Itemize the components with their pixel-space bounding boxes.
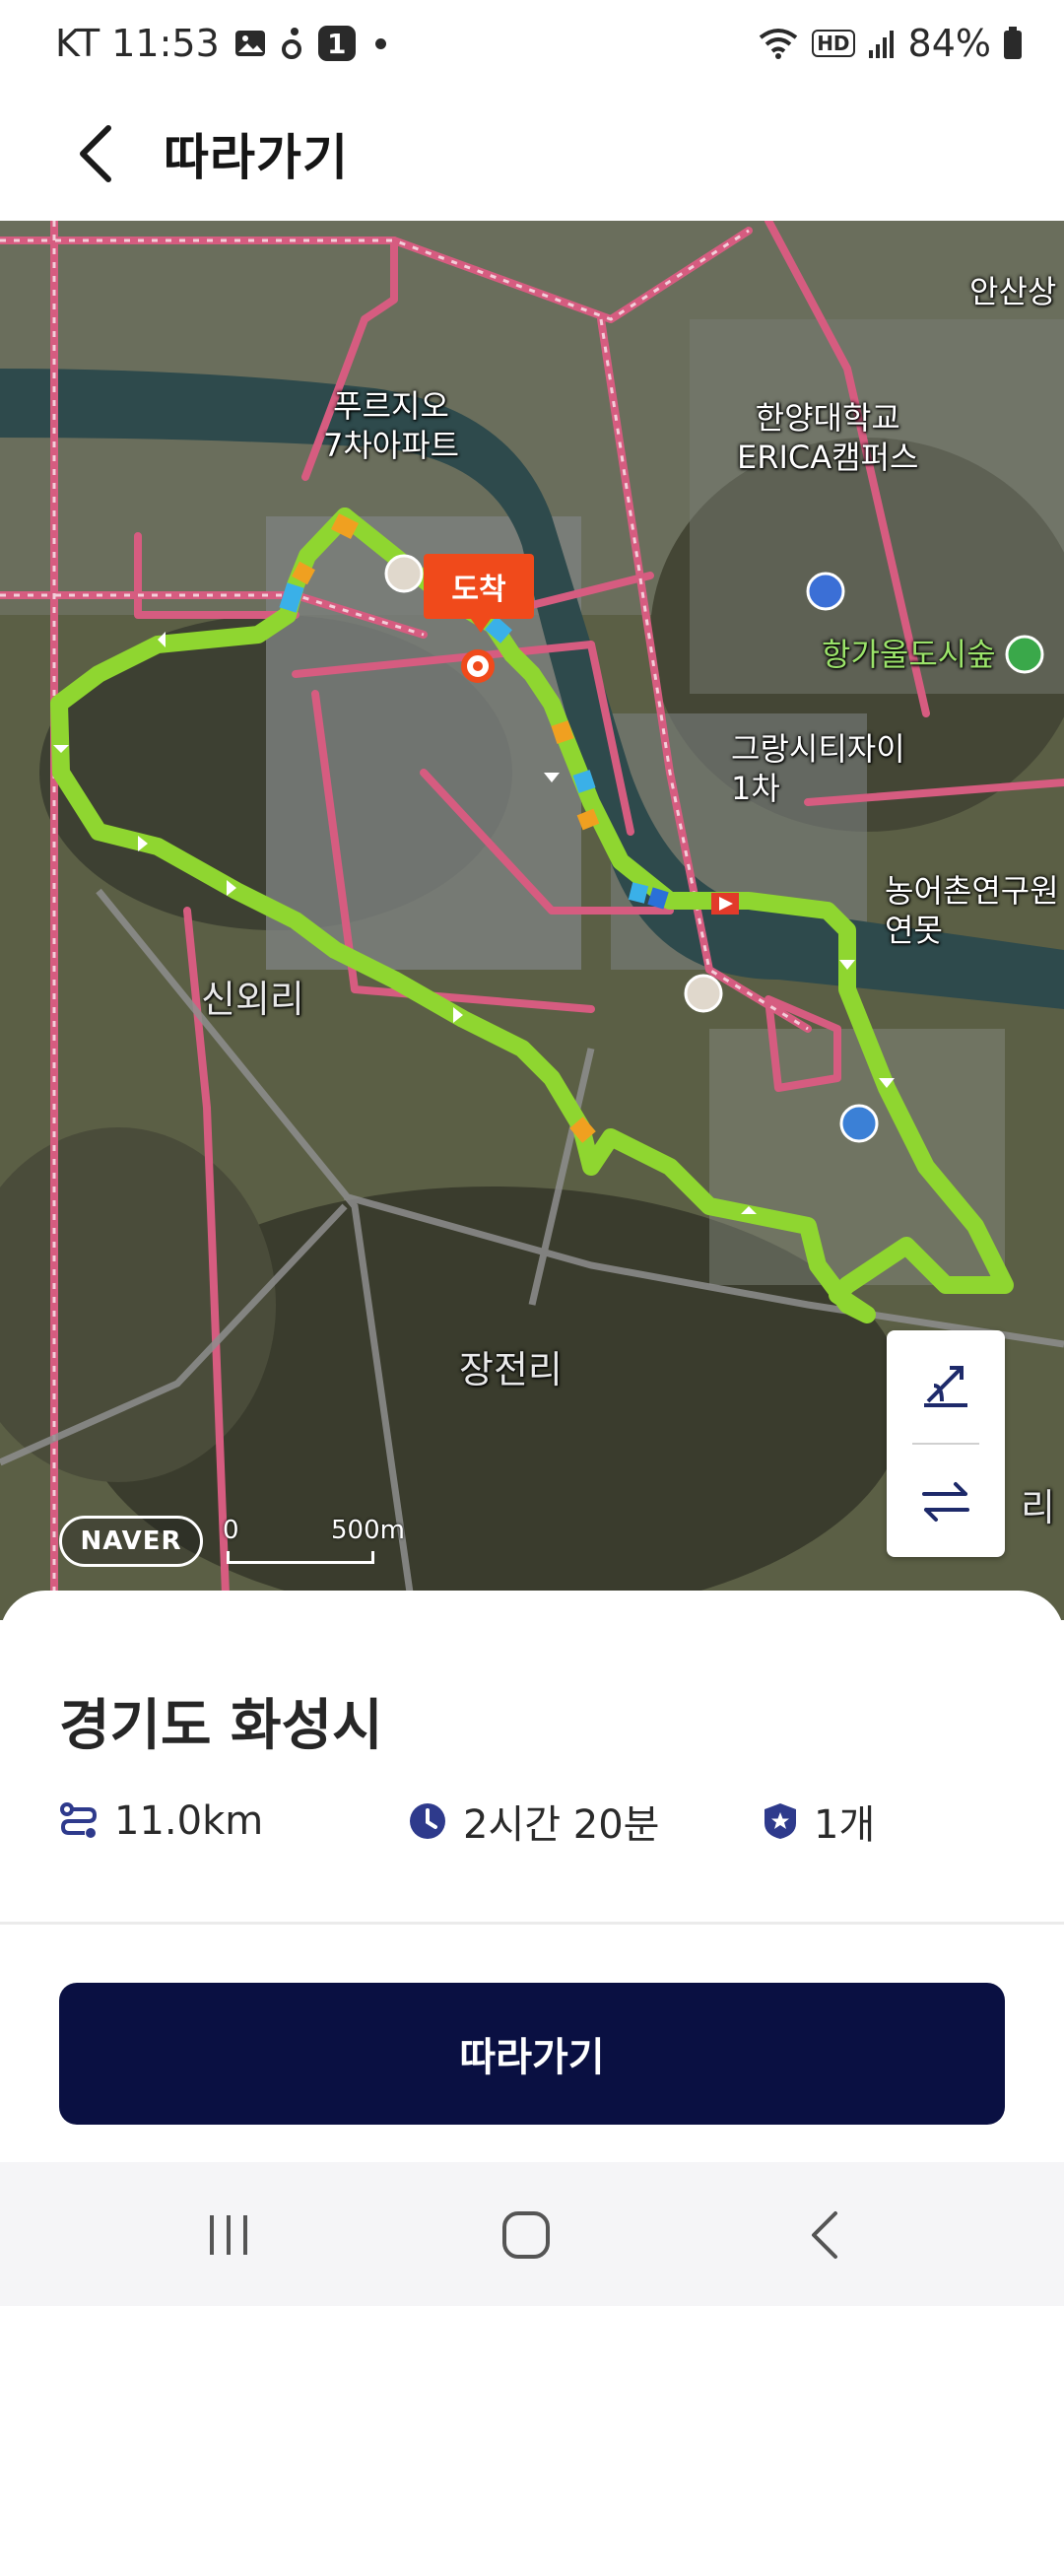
back-button[interactable] — [57, 116, 132, 191]
shield-star-icon — [765, 1803, 796, 1839]
route-icon — [60, 1802, 98, 1838]
map-label-grang: 그랑시티자이 1차 — [731, 730, 905, 807]
map-label-edge-ri: 리 — [1021, 1486, 1055, 1529]
hd-icon: HD — [812, 30, 855, 57]
distance-stat: 11.0km — [59, 1792, 263, 1851]
scale-distance: 500m — [331, 1516, 405, 1545]
arrival-flag: 도착 — [424, 554, 534, 633]
badge-stat: 1개 — [763, 1792, 875, 1851]
route-stats: 11.0km 2시간 20분 1개 — [59, 1792, 1044, 1851]
naver-logo: NAVER — [59, 1516, 203, 1567]
duration-stat: 2시간 20분 — [408, 1792, 659, 1851]
duration-value: 2시간 20분 — [463, 1802, 660, 1848]
carrier-time: KT 11:53 — [55, 22, 220, 65]
map-label-sinoeri: 신외리 — [201, 978, 304, 1021]
map-label-ansan: 안산상 — [969, 273, 1057, 310]
map-label-nongeochon: 농어촌연구원 연못 — [885, 872, 1059, 949]
map-label-hanggaul: 항가울도시숲 — [822, 636, 996, 673]
recent-apps-icon — [210, 2215, 247, 2255]
elevation-button[interactable] — [887, 1330, 1005, 1441]
more-notifications-dot — [374, 37, 386, 49]
badge-count: 1개 — [814, 1802, 876, 1848]
route-map[interactable]: 푸르지오 7차아파트 한양대학교 ERICA캠퍼스 안산상 항가울도시숲 그랑시… — [0, 221, 1064, 1620]
walk-icon — [281, 26, 304, 61]
follow-button[interactable]: 따라가기 — [59, 1983, 1005, 2125]
status-bar: KT 11:53 1 HD 84% — [0, 0, 1064, 87]
map-label-hanyang: 한양대학교 ERICA캠퍼스 — [737, 399, 919, 476]
system-nav-bar — [0, 2162, 1064, 2306]
scale-zero: 0 — [223, 1516, 239, 1545]
map-label-jangjeonri: 장전리 — [459, 1348, 563, 1391]
map-label-purgio: 푸르지오 7차아파트 — [323, 387, 460, 464]
clock-icon — [410, 1803, 445, 1839]
map-controls — [887, 1330, 1005, 1557]
section-divider — [0, 1922, 1064, 1925]
top-app-bar: 따라가기 — [0, 87, 1064, 221]
back-icon — [812, 2211, 837, 2259]
distance-value: 11.0km — [114, 1798, 264, 1844]
control-divider — [912, 1443, 979, 1445]
wifi-icon — [757, 26, 800, 61]
home-button[interactable] — [477, 2196, 575, 2274]
recent-apps-button[interactable] — [179, 2196, 278, 2274]
swap-icon — [922, 1482, 969, 1522]
nav-back-button[interactable] — [776, 2196, 875, 2274]
scale-bar — [227, 1551, 374, 1564]
chevron-left-icon — [80, 125, 111, 182]
signal-icon — [867, 27, 897, 60]
page-title: 따라가기 — [164, 129, 349, 186]
battery-icon — [1003, 27, 1023, 60]
home-icon — [502, 2211, 550, 2259]
reverse-route-button[interactable] — [887, 1447, 1005, 1557]
elevation-icon — [924, 1366, 967, 1407]
battery-level: 84% — [907, 22, 991, 65]
notification-badge: 1 — [317, 26, 356, 61]
gallery-icon — [233, 27, 267, 60]
region-title: 경기도 화성시 — [59, 1694, 383, 1758]
